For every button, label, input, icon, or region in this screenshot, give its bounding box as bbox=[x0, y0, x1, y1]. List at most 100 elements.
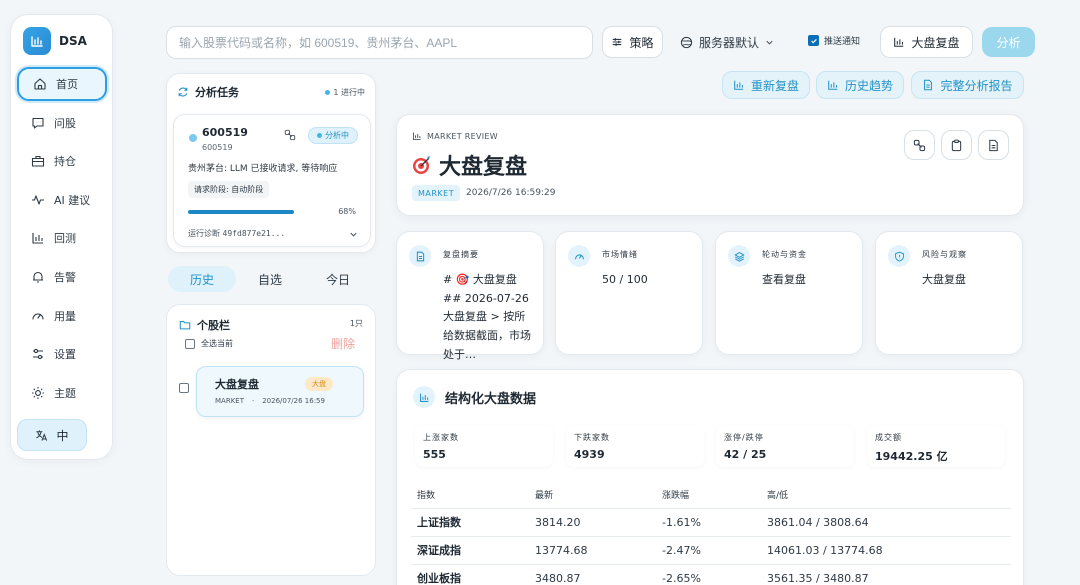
task-code: 600519 bbox=[202, 126, 248, 139]
list-item-tag: 大盘 bbox=[305, 377, 333, 391]
analyze-button[interactable]: 分析 bbox=[982, 27, 1035, 57]
search-input[interactable] bbox=[179, 35, 592, 50]
sidebar-item-theme[interactable]: 主题 bbox=[17, 376, 107, 410]
document-icon bbox=[989, 139, 998, 151]
language-toggle[interactable]: 中 bbox=[17, 419, 87, 451]
report-button[interactable] bbox=[978, 130, 1009, 160]
brand[interactable]: DSA bbox=[23, 27, 87, 55]
stat-label: 成交额 bbox=[875, 433, 902, 442]
row-checkbox[interactable] bbox=[179, 383, 189, 393]
translate-icon bbox=[36, 429, 48, 441]
stock-list-title-text: 个股栏 bbox=[197, 319, 230, 332]
push-checkbox[interactable] bbox=[808, 35, 819, 46]
tab-history[interactable]: 历史 bbox=[168, 266, 236, 292]
task-card[interactable]: 600519 600519 分析中 贵州茅台: LLM 已接收请求, 等待响应 … bbox=[173, 114, 371, 247]
table-cell: -2.47% bbox=[662, 535, 767, 564]
server-select[interactable]: 服务器默认 bbox=[680, 26, 785, 58]
summary-value: 大盘复盘 bbox=[922, 273, 966, 286]
diag-label: 运行诊断 bbox=[188, 229, 220, 238]
summary-card-risk: 风险与观察 大盘复盘 bbox=[875, 231, 1023, 355]
column-header: 高/低 bbox=[767, 491, 789, 502]
document-icon bbox=[409, 245, 431, 267]
chevron-down-icon[interactable] bbox=[349, 228, 358, 242]
server-label: 服务器默认 bbox=[699, 35, 760, 50]
column-header: 涨跌幅 bbox=[662, 491, 690, 502]
sliders-icon bbox=[613, 38, 622, 46]
bar-chart-icon bbox=[32, 233, 43, 244]
link-button[interactable] bbox=[904, 130, 935, 160]
table-row: 深证成指 13774.68 -2.47% 14061.03 / 13774.68 bbox=[411, 535, 1011, 564]
list-item[interactable]: 大盘复盘 大盘 MARKET · 2026/07/26 16:59 bbox=[196, 366, 364, 417]
table-cell: -2.65% bbox=[662, 563, 767, 585]
summary-label: 风险与观察 bbox=[922, 250, 967, 259]
link-icon bbox=[913, 139, 926, 151]
strategy-label: 策略 bbox=[629, 35, 654, 50]
bar-chart-icon bbox=[412, 132, 421, 141]
stat-label: 涨停/跌停 bbox=[724, 433, 764, 442]
sidebar-item-home[interactable]: 首页 bbox=[17, 67, 107, 101]
delete-button[interactable]: 删除 bbox=[331, 335, 355, 352]
task-panel: 分析任务 1 进行中 600519 600519 分析中 贵州茅台: LLM 已… bbox=[166, 73, 376, 253]
logo-icon bbox=[23, 27, 51, 55]
language-label: 中 bbox=[56, 428, 69, 443]
history-trend-label: 历史趋势 bbox=[844, 78, 893, 93]
status-badge-label: 分析中 bbox=[325, 131, 349, 140]
bar-chart-icon bbox=[413, 386, 435, 408]
sidebar-item-ask[interactable]: 问股 bbox=[17, 106, 107, 140]
clipboard-icon bbox=[951, 139, 962, 151]
sidebar-item-holdings[interactable]: 持仓 bbox=[17, 144, 107, 178]
task-message: 贵州茅台: LLM 已接收请求, 等待响应 bbox=[188, 164, 338, 174]
stat-value: 555 bbox=[423, 448, 446, 461]
search-box[interactable] bbox=[166, 26, 593, 59]
push-notification-toggle[interactable]: 推送通知 bbox=[808, 34, 860, 47]
stat-label: 下跌家数 bbox=[574, 433, 610, 442]
run-diagnostics: 运行诊断 49fd877e21... bbox=[188, 228, 285, 239]
table-header-row: 指数 最新 涨跌幅 高/低 bbox=[411, 482, 1011, 508]
review-kicker-text: MARKET REVIEW bbox=[427, 131, 498, 141]
tab-today[interactable]: 今日 bbox=[304, 266, 372, 292]
sidebar-item-label: 设置 bbox=[54, 348, 76, 362]
sidebar-item-label: 回测 bbox=[54, 232, 76, 246]
list-item-meta: MARKET · 2026/07/26 16:59 bbox=[215, 397, 325, 405]
full-report-label: 完整分析报告 bbox=[940, 78, 1013, 93]
market-review-button[interactable]: 大盘复盘 bbox=[880, 26, 973, 58]
rereview-label: 重新复盘 bbox=[750, 78, 799, 93]
sidebar-item-label: AI 建议 bbox=[54, 193, 91, 207]
full-report-button[interactable]: 完整分析报告 bbox=[911, 71, 1024, 99]
table-cell: 13774.68 bbox=[535, 535, 662, 564]
stat-value: 19442.25 亿 bbox=[875, 450, 948, 463]
summary-card-review: 复盘摘要 # 🎯 大盘复盘 ## 2026-07-26 大盘复盘 > 按所给数据… bbox=[396, 231, 544, 361]
sidebar-item-label: 问股 bbox=[54, 116, 76, 130]
sidebar-item-usage[interactable]: 用量 bbox=[17, 299, 107, 333]
table-cell: 创业板指 bbox=[411, 563, 535, 585]
layers-icon bbox=[728, 245, 750, 267]
stock-count: 1只 bbox=[349, 319, 363, 328]
link-icon[interactable] bbox=[284, 129, 296, 144]
sidebar-item-alerts[interactable]: 告警 bbox=[17, 260, 107, 294]
sidebar-item-backtest[interactable]: 回测 bbox=[17, 221, 107, 255]
analyze-label: 分析 bbox=[996, 35, 1021, 50]
select-all-checkbox[interactable] bbox=[185, 338, 195, 349]
stat-decliners: 下跌家数 4939 bbox=[566, 425, 704, 467]
select-all-label: 全选当前 bbox=[201, 339, 233, 348]
history-trend-button[interactable]: 历史趋势 bbox=[816, 71, 904, 99]
sidebar-item-ai-advice[interactable]: AI 建议 bbox=[17, 183, 107, 217]
status-badge-dot bbox=[317, 133, 322, 138]
table-row: 创业板指 3480.87 -2.65% 3561.35 / 3480.87 bbox=[411, 563, 1011, 585]
market-badge: MARKET bbox=[412, 185, 461, 201]
summary-label: 复盘摘要 bbox=[443, 250, 479, 259]
rereview-button[interactable]: 重新复盘 bbox=[722, 71, 810, 99]
tab-watchlist[interactable]: 自选 bbox=[236, 266, 304, 292]
summary-value: 查看复盘 bbox=[762, 273, 806, 286]
task-subcode: 600519 bbox=[202, 143, 233, 152]
copy-button[interactable] bbox=[941, 130, 972, 160]
select-all[interactable]: 全选当前 bbox=[185, 338, 233, 349]
globe-icon bbox=[680, 36, 693, 48]
sidebar-item-settings[interactable]: 设置 bbox=[17, 337, 107, 371]
strategy-button[interactable]: 策略 bbox=[602, 26, 663, 58]
bar-chart-icon bbox=[894, 37, 904, 47]
chevron-down-icon bbox=[766, 40, 773, 45]
table-cell: 3814.20 bbox=[535, 507, 662, 536]
table-cell: 3480.87 bbox=[535, 563, 662, 585]
summary-value: 50 / 100 bbox=[602, 273, 648, 286]
